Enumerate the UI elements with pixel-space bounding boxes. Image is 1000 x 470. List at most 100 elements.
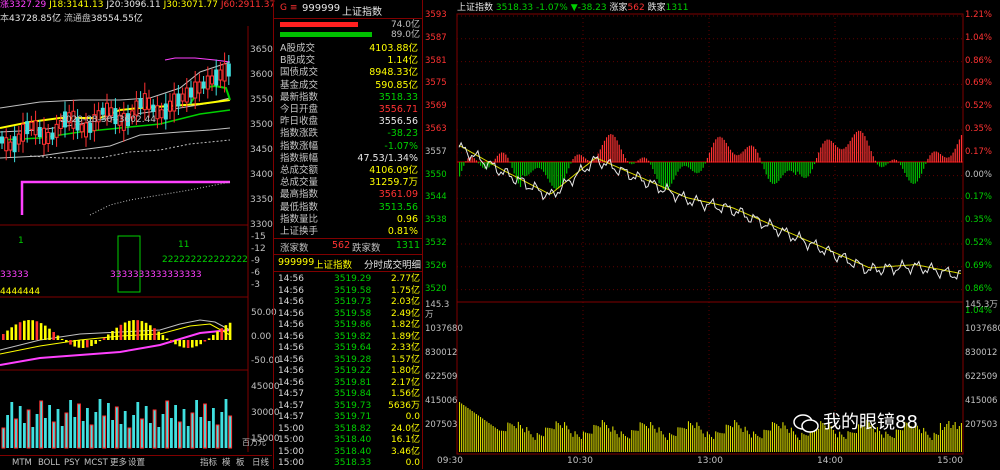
volume-bar <box>782 422 784 452</box>
candle-body <box>4 137 9 152</box>
tick-time: 15:00 <box>278 458 304 468</box>
breadth-bar <box>687 162 690 168</box>
volume-bar <box>528 430 530 452</box>
indicator-bar <box>115 327 118 340</box>
volume-bar <box>14 418 18 449</box>
breadth-bar <box>769 162 771 183</box>
volume-bar <box>532 437 534 452</box>
breadth-bar <box>669 162 671 187</box>
indicator-bar <box>128 320 131 340</box>
indicator-bar <box>73 340 76 347</box>
breadth-bar <box>694 162 696 173</box>
candle-body <box>226 63 231 77</box>
breadth-bar <box>711 147 713 163</box>
breadth-bar <box>776 162 778 183</box>
candle-body <box>201 81 206 89</box>
volume-bar <box>786 429 788 452</box>
tick-row: 14:56 3519.82 1.89亿 <box>278 332 420 344</box>
volume-bars <box>1 399 233 449</box>
kline-chart[interactable] <box>0 0 272 469</box>
breadth-bar <box>627 161 629 163</box>
candle-body <box>138 98 143 109</box>
breadth-bar <box>774 162 776 184</box>
volume-bar <box>498 430 500 452</box>
breadth-bar <box>631 162 633 165</box>
volume-bar <box>551 428 553 452</box>
breadth-bar <box>545 162 547 176</box>
volume-bar <box>524 432 526 452</box>
breadth-bar <box>715 139 717 163</box>
indicator-bar <box>228 322 232 340</box>
tick-row: 15:00 3518.33 0.0 <box>278 458 420 470</box>
volume-bar <box>212 408 215 448</box>
volume-bar <box>673 435 675 452</box>
breadth-bar <box>845 146 847 163</box>
breadth-bar <box>828 139 830 163</box>
tab-more[interactable]: 更多 <box>110 458 127 469</box>
breadth-bar <box>935 151 937 163</box>
breadth-bar <box>606 137 608 163</box>
breadth-bar <box>755 149 757 163</box>
breadth-bar <box>906 162 908 178</box>
breadth-bar <box>746 147 748 163</box>
intraday-chart[interactable] <box>425 0 1000 469</box>
volume-bar <box>522 428 524 452</box>
breadth-bar <box>742 151 744 163</box>
breadth-bar <box>564 162 566 179</box>
axis-label: 622509 <box>965 372 998 382</box>
tab-settings[interactable]: 设置 <box>128 458 145 469</box>
breadth-bar <box>572 159 574 163</box>
tab-psy[interactable]: PSY <box>64 458 80 469</box>
volume-bar <box>496 429 498 452</box>
indicator-bar <box>216 331 219 340</box>
axis-label: 0.17% <box>965 146 993 157</box>
indicator-bar <box>123 322 127 340</box>
tool-board[interactable]: 板 <box>236 458 245 469</box>
breadth-bar <box>624 158 627 163</box>
tab-mcst[interactable]: MCST <box>84 458 108 469</box>
tab-boll[interactable]: BOLL <box>38 458 60 469</box>
indicator-bar <box>52 332 55 340</box>
breadth-bar <box>662 162 664 190</box>
tool-indicator[interactable]: 指标 <box>200 458 217 469</box>
volume-bar <box>547 427 549 452</box>
kline-panel[interactable]: 涨3327.29 J18:3141.13 J20:3096.11 J30:307… <box>0 0 280 469</box>
volume-bar <box>757 435 759 452</box>
intraday-panel[interactable]: 上证指数 3518.33 -1.07% ▼-38.23 涨家562 跌家1311… <box>425 0 1000 469</box>
tool-daily[interactable]: 日线 <box>252 458 269 469</box>
indicator-bar <box>2 334 5 340</box>
breadth-bar <box>690 162 692 170</box>
tick-price: 3519.29 <box>334 274 372 284</box>
tick-time: 14:57 <box>278 389 304 399</box>
candle-body <box>159 109 164 119</box>
breadth-bar <box>759 157 761 163</box>
volume-bar <box>39 400 44 449</box>
volume-bar <box>572 436 574 452</box>
tool-template[interactable]: 模 <box>222 458 231 469</box>
volume-bar <box>224 399 228 448</box>
volume-bar <box>111 420 114 448</box>
volume-bar <box>81 421 85 448</box>
tick-price: 3519.28 <box>334 354 372 365</box>
indicator-bar <box>48 328 51 340</box>
volume-bar <box>690 423 692 452</box>
tick-time: 15:00 <box>278 423 304 434</box>
breadth-bar <box>881 162 883 168</box>
volume-bar <box>648 428 650 452</box>
volume-bar <box>599 427 601 452</box>
breadth-bar <box>465 161 467 163</box>
volume-bar <box>618 437 620 452</box>
tab-mtm[interactable]: MTM <box>12 458 32 469</box>
axis-label: 3581 <box>425 55 447 66</box>
indicator-bar <box>69 340 72 345</box>
volume-bar <box>35 414 39 448</box>
volume-bar <box>174 405 177 448</box>
tick-price: 3519.22 <box>334 366 372 376</box>
buy-bar <box>280 22 358 27</box>
volume-bar <box>614 430 616 452</box>
axis-label: 3526 <box>425 260 447 271</box>
breadth-bar <box>891 159 893 163</box>
volume-bar <box>671 434 673 452</box>
volume-bar <box>561 427 563 452</box>
tick-list[interactable]: 14:56 3519.29 2.77亿 14:56 3519.58 1.75亿 14:56 3… <box>274 271 422 470</box>
